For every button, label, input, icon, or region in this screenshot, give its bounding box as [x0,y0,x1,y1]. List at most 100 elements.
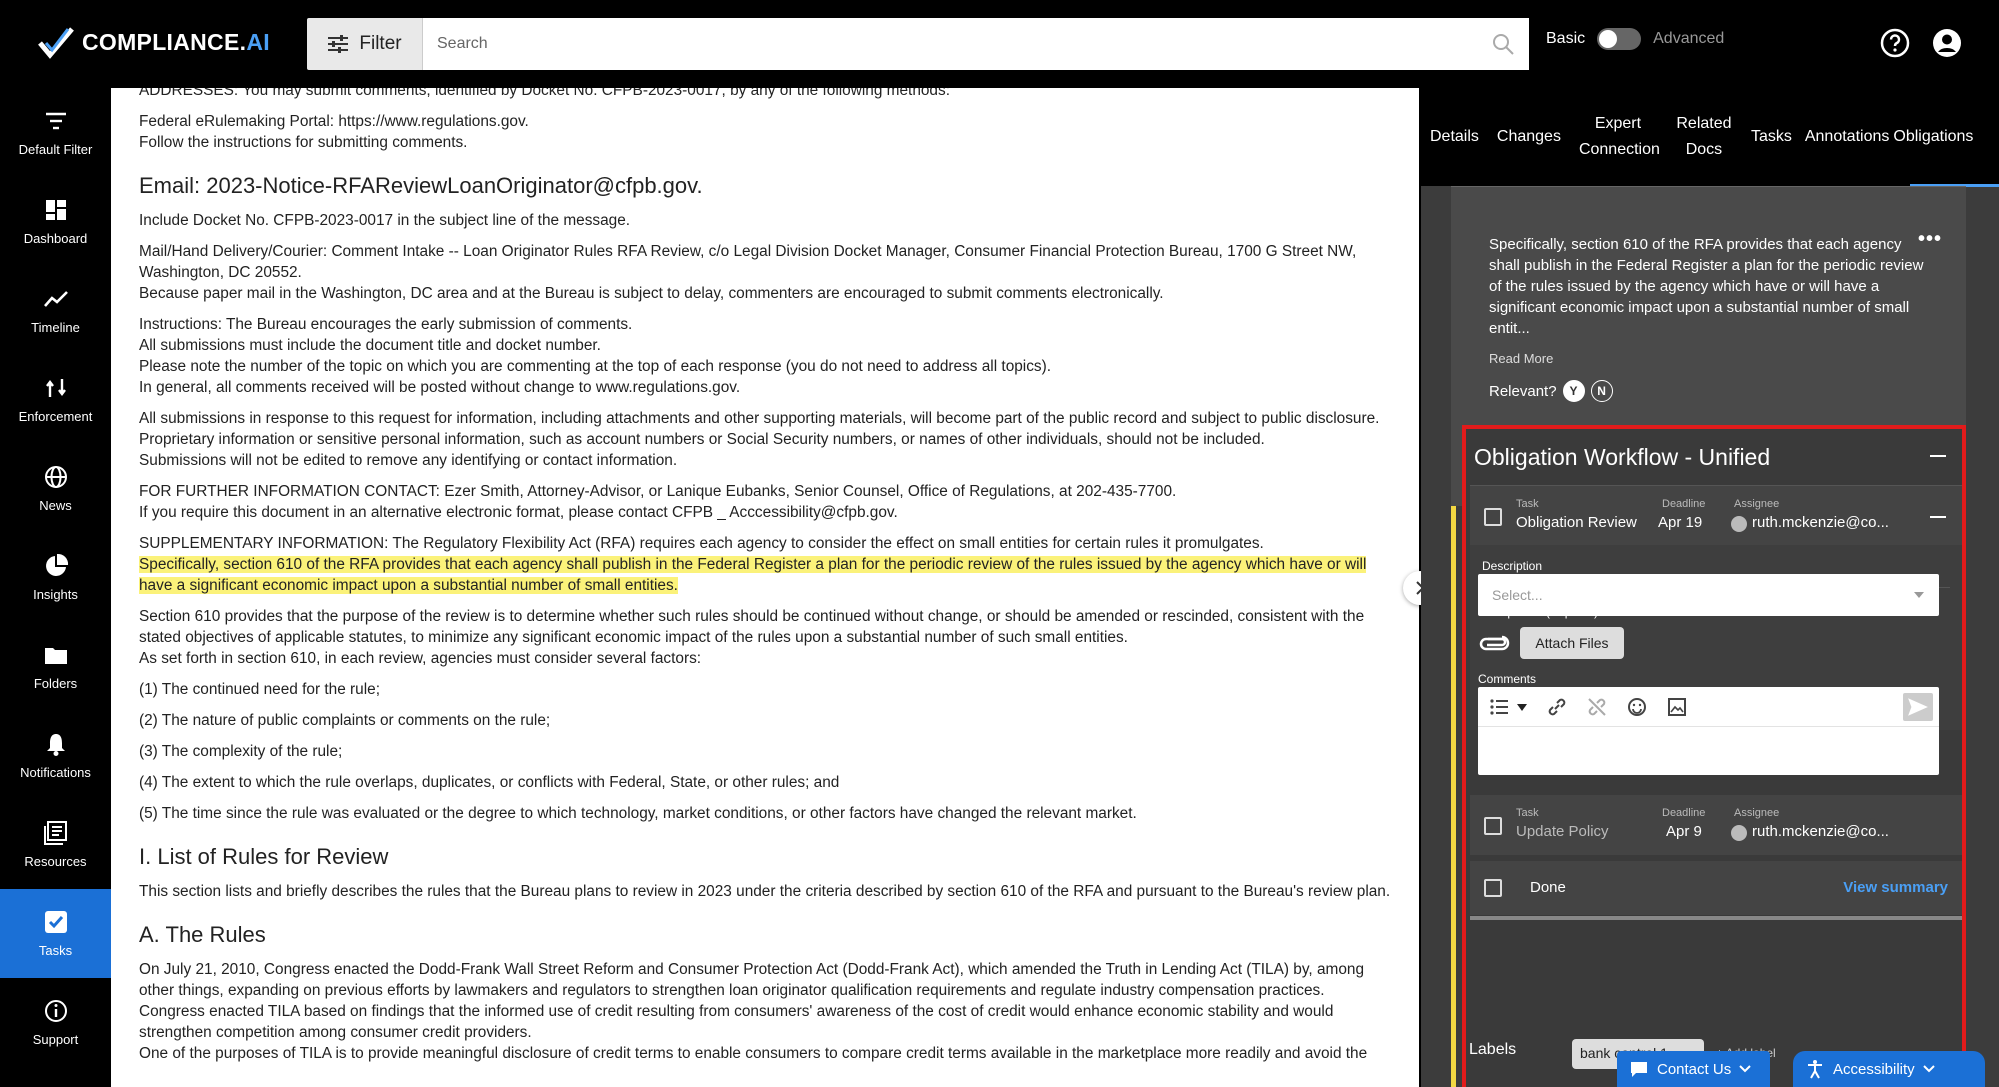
description-label: Description [1482,559,1543,573]
tab-changes[interactable]: Changes [1488,124,1570,150]
bell-icon [46,734,65,756]
emoji-icon[interactable] [1626,696,1648,718]
task-row-update-policy[interactable]: Task Update Policy Deadline Apr 9 Assign… [1470,795,1962,855]
sidebar-item-label: Default Filter [18,142,93,157]
checkbox-icon [44,911,67,933]
doc-heading-email: Email: 2023-Notice-RFAReviewLoanOriginat… [139,173,703,198]
tab-expert-connection[interactable]: Expert Connection [1570,111,1666,163]
task-checkbox[interactable] [1484,817,1502,835]
mode-toggle: Basic Advanced [1546,28,1724,50]
top-bar: COMPLIANCE.AI Filter Basic Advanced [0,0,1999,88]
annotation-highlight[interactable]: Specifically, section 610 of the RFA pro… [139,556,1367,594]
relevant-yes-button[interactable]: Y [1562,380,1585,402]
sidebar-item-label: Folders [33,676,78,691]
timeline-icon [43,291,68,307]
doc-highlighted-paragraph[interactable]: Specifically, section 610 of the RFA pro… [139,554,1391,596]
factor-item: (3) The complexity of the rule; [139,743,343,760]
sidebar-item-timeline[interactable]: Timeline [0,266,111,355]
task-deadline: Apr 19 [1658,514,1703,531]
search-icon[interactable] [1491,32,1515,56]
sidebar-item-folders[interactable]: Folders [0,622,111,711]
labels-title: Labels [1469,1041,1517,1058]
chat-icon [1631,1062,1647,1077]
compliant-select[interactable]: Select... [1478,574,1939,616]
annotation-text: Specifically, section 610 of the RFA pro… [1489,236,1924,337]
sidebar-item-news[interactable]: News [0,444,111,533]
collapse-task-icon[interactable] [1930,516,1946,518]
doc-paragraph: If you require this document in an alter… [139,504,898,521]
done-checkbox[interactable] [1484,879,1502,897]
pie-chart-icon [45,553,68,576]
relevant-row: Relevant? Y N [1489,380,1932,402]
select-placeholder: Select... [1492,587,1543,603]
sidebar-item-resources[interactable]: Resources [0,800,111,889]
toggle-advanced-label: Advanced [1653,30,1725,47]
deadline-label: Deadline [1662,498,1706,510]
send-icon [1908,698,1928,716]
factor-item: (2) The nature of public complaints or c… [139,712,551,729]
scroll-indicator [1470,916,1962,920]
dropdown-caret-icon[interactable] [1516,696,1528,718]
attach-files-button[interactable]: Attach Files [1520,627,1624,659]
user-icon [1731,825,1747,841]
doc-paragraph: SUPPLEMENTARY INFORMATION: The Regulator… [139,535,1264,552]
relevant-no-button[interactable]: N [1590,380,1613,402]
image-icon[interactable] [1666,696,1688,718]
mode-switch[interactable] [1597,28,1642,50]
accessibility-icon [1808,1060,1822,1079]
comments-editor[interactable] [1478,687,1939,775]
send-button[interactable] [1903,693,1933,721]
chevron-down-icon [1922,1065,1935,1073]
tab-tasks[interactable]: Tasks [1742,124,1801,150]
sidebar-item-label: Dashboard [23,231,88,246]
bullet-list-icon[interactable] [1488,696,1510,718]
link-icon[interactable] [1546,696,1568,718]
panel-tabs: Details Changes Expert Connection Relate… [1421,88,1999,186]
unlink-icon[interactable] [1586,696,1608,718]
view-summary-link[interactable]: View summary [1843,879,1948,896]
doc-paragraph: Because paper mail in the Washington, DC… [139,285,1164,302]
sidebar-item-tasks[interactable]: Tasks [0,889,111,978]
doc-paragraph: All submissions must include the documen… [139,337,601,354]
user-account-icon[interactable] [1931,27,1963,59]
sidebar-item-dashboard[interactable]: Dashboard [0,177,111,266]
comments-label: Comments [1478,672,1537,686]
sidebar-item-insights[interactable]: Insights [0,533,111,622]
tab-annotations[interactable]: Annotations [1801,124,1892,150]
sliders-icon [328,35,349,53]
enforcement-icon [45,379,66,397]
collapse-icon[interactable] [1930,455,1946,457]
more-options-icon[interactable]: ••• [1918,228,1942,251]
task-row-obligation-review[interactable]: Task Obligation Review Deadline Apr 19 A… [1470,485,1962,545]
assignee-label: Assignee [1734,807,1780,819]
sidebar-item-default-filter[interactable]: Default Filter [0,88,111,177]
doc-paragraph: Please note the number of the topic on w… [139,358,1052,375]
doc-paragraph: On July 21, 2010, Congress enacted the D… [139,961,1365,999]
filter-button[interactable]: Filter [307,18,423,70]
read-more-link[interactable]: Read More [1489,351,1932,366]
sidebar-item-enforcement[interactable]: Enforcement [0,355,111,444]
search-box[interactable] [423,18,1529,70]
task-name: Update Policy [1516,823,1609,840]
sidebar-item-label: Resources [24,854,87,869]
tab-obligations[interactable]: Obligations [1891,124,1975,150]
doc-paragraph: Federal eRulemaking Portal: https://www.… [139,113,529,130]
task-assignee: ruth.mckenzie@co... [1752,823,1889,840]
tab-details[interactable]: Details [1421,124,1488,150]
help-icon[interactable] [1879,27,1911,59]
sidebar-item-label: Insights [33,587,78,602]
doc-paragraph: All submissions in response to this requ… [139,410,1380,427]
logo[interactable]: COMPLIANCE.AI [38,25,270,59]
document-view: ADDRESSES: You may submit comments, iden… [111,88,1419,1087]
contact-us-button[interactable]: Contact Us [1617,1051,1770,1087]
done-label: Done [1530,879,1566,896]
doc-paragraph: Proprietary information or sensitive per… [139,431,1265,448]
accessibility-button[interactable]: Accessibility [1793,1051,1985,1087]
sidebar-item-support[interactable]: Support [0,978,111,1067]
sidebar-item-notifications[interactable]: Notifications [0,711,111,800]
task-checkbox[interactable] [1484,508,1502,526]
search-input[interactable] [437,35,1491,53]
tab-related-docs[interactable]: Related Docs [1666,111,1742,163]
globe-icon [44,466,67,488]
task-label: Task [1516,498,1539,510]
